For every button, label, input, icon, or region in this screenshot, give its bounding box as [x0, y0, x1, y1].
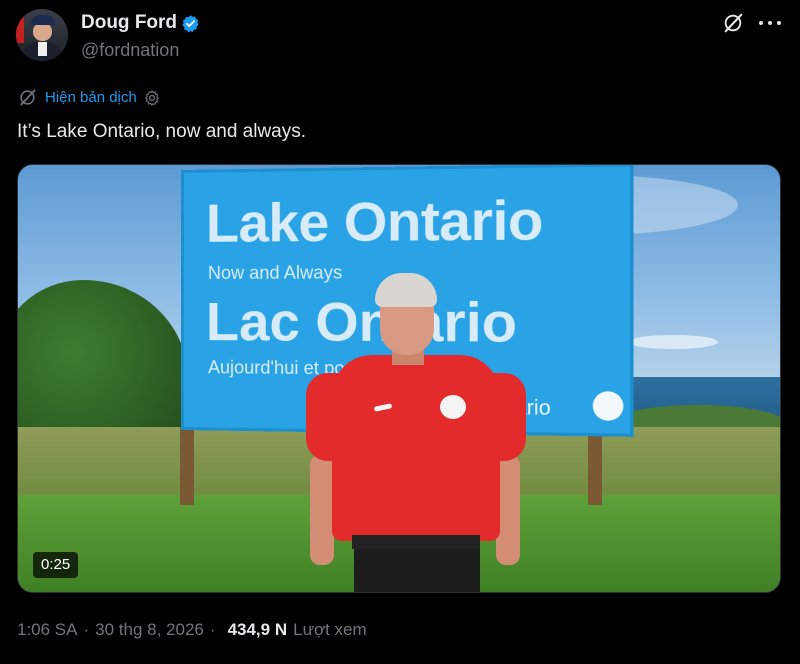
person-speaking [300, 273, 530, 593]
trillium-logo-icon [593, 391, 624, 421]
show-translation-link[interactable]: Hiện bản dịch [45, 89, 137, 106]
pants [354, 547, 480, 593]
views-label: Lượt xem [293, 620, 367, 640]
display-name[interactable]: Doug Ford [81, 12, 177, 34]
more-dots-icon[interactable] [759, 21, 781, 27]
views-count[interactable]: 434,9 N [228, 620, 288, 640]
avatar[interactable] [16, 9, 68, 61]
cloud [628, 335, 718, 349]
show-translation-row[interactable]: Hiện bản dịch [18, 88, 161, 107]
canada-crest-icon [440, 395, 466, 419]
translate-globe-icon [18, 88, 37, 107]
name-row: Doug Ford [81, 12, 200, 34]
belt [352, 535, 480, 549]
tweet-text: It’s Lake Ontario, now and always. [17, 121, 306, 143]
dot [768, 21, 772, 25]
avatar-flag [16, 13, 24, 43]
red-jersey [332, 355, 500, 541]
video-duration-badge: 0:25 [33, 552, 78, 578]
separator: · [84, 620, 90, 640]
dot [777, 21, 781, 25]
tweet-header: Doug Ford @fordnation [16, 9, 784, 65]
avatar-face [33, 23, 52, 41]
gear-icon[interactable] [143, 89, 161, 107]
tweet-time[interactable]: 1:06 SA [17, 620, 78, 640]
dot [759, 21, 763, 25]
video-player[interactable]: Lake Ontario Now and Always Lac Ontario … [17, 164, 781, 593]
grok-slash-icon[interactable] [722, 12, 744, 34]
sign-title-en: Lake Ontario [206, 188, 543, 254]
verified-badge-icon [181, 14, 200, 33]
tweet-date[interactable]: 30 thg 8, 2026 [95, 620, 204, 640]
forearm [310, 455, 334, 565]
avatar-shirt [38, 42, 47, 56]
hair [375, 273, 437, 307]
sign-post [180, 427, 194, 505]
avatar-cap [31, 15, 55, 25]
sign-post [588, 427, 602, 505]
tweet-meta: 1:06 SA · 30 thg 8, 2026 · 434,9 N Lượt … [17, 620, 367, 640]
separator: · [210, 620, 216, 640]
handle[interactable]: @fordnation [81, 40, 179, 61]
